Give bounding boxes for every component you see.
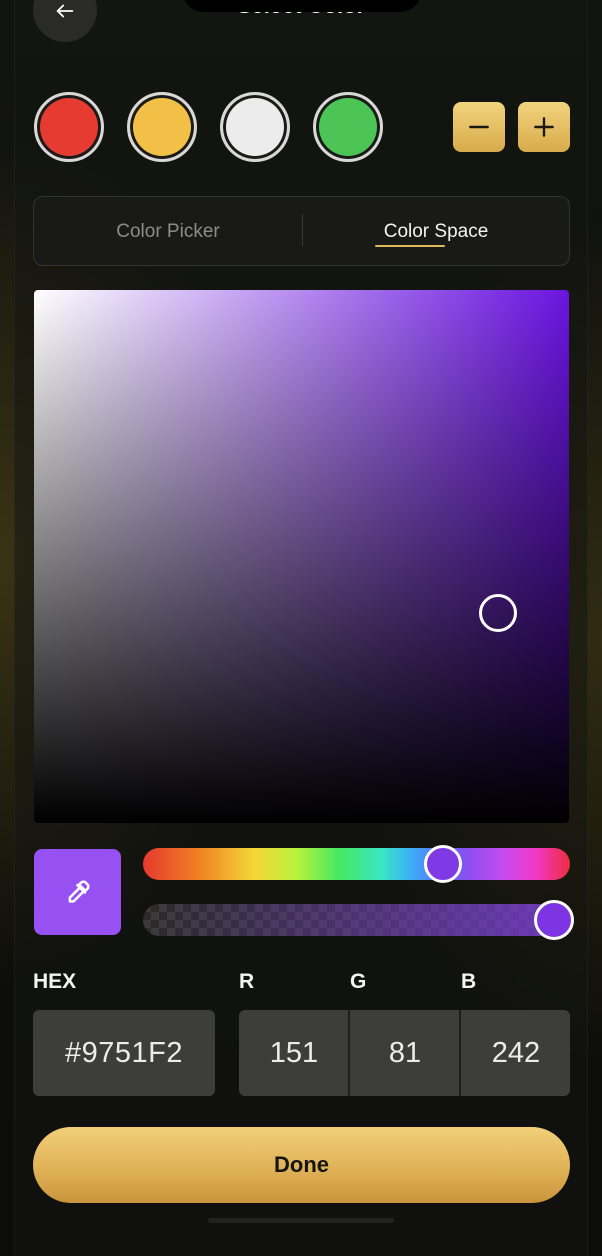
opacity-slider[interactable] [143, 904, 570, 936]
tab-color-picker[interactable]: Color Picker [34, 197, 302, 267]
rgb-inputs: 151 81 242 [239, 1010, 570, 1096]
eyedropper-button[interactable] [34, 849, 121, 935]
swatch-yellow[interactable] [127, 92, 197, 162]
active-tab-indicator [375, 245, 445, 247]
eyedropper-icon [68, 880, 90, 903]
opacity-slider-thumb[interactable] [534, 900, 574, 940]
color-space-area[interactable] [34, 290, 569, 823]
b-label: B [461, 970, 477, 993]
hue-slider-thumb[interactable] [424, 845, 462, 883]
device-notch [182, 0, 422, 12]
add-swatch-button[interactable] [518, 102, 570, 152]
minus-icon [469, 125, 489, 129]
color-space-cursor[interactable] [479, 594, 517, 632]
mode-tabs: Color Picker Color Space [33, 196, 570, 266]
g-label: G [350, 970, 367, 993]
done-button[interactable]: Done [33, 1127, 570, 1203]
g-input[interactable]: 81 [350, 1010, 460, 1096]
r-input[interactable]: 151 [239, 1010, 349, 1096]
swatch-red[interactable] [34, 92, 104, 162]
tab-color-space[interactable]: Color Space [302, 197, 570, 267]
b-input[interactable]: 242 [461, 1010, 570, 1096]
swatch-green[interactable] [313, 92, 383, 162]
hex-input[interactable]: #9751F2 [33, 1010, 215, 1096]
hex-label: HEX [33, 970, 77, 993]
plus-icon [534, 117, 554, 137]
home-indicator [208, 1218, 394, 1223]
swatch-white[interactable] [220, 92, 290, 162]
remove-swatch-button[interactable] [453, 102, 505, 152]
hue-slider[interactable] [143, 848, 570, 880]
r-label: R [239, 970, 255, 993]
